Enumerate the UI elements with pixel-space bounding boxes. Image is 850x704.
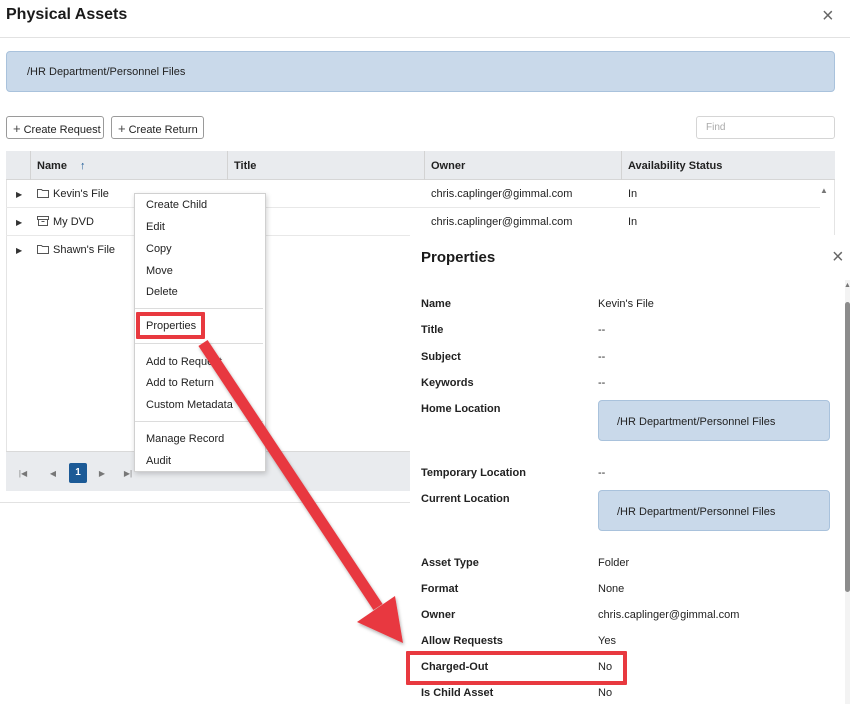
annotation-arrow — [198, 339, 403, 643]
arrow-icon — [198, 339, 403, 643]
